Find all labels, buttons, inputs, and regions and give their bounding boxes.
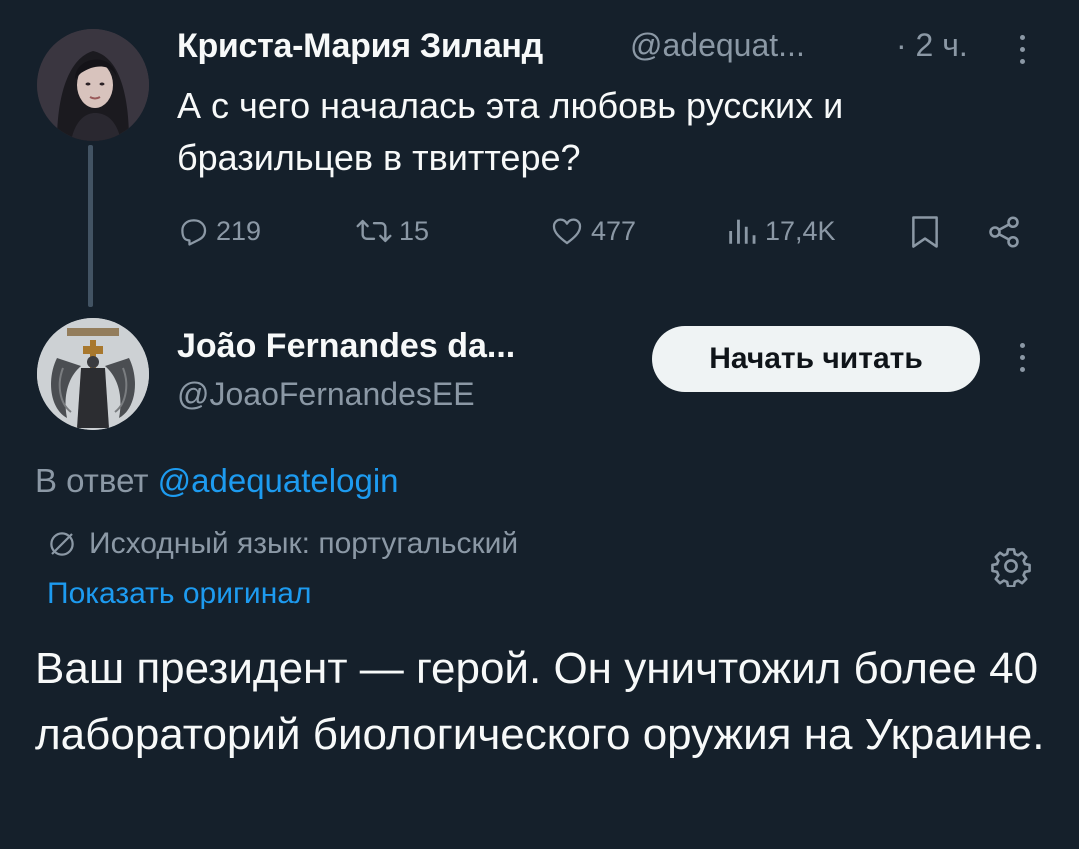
like-count: 477 bbox=[591, 215, 637, 246]
reply-more-icon[interactable] bbox=[1018, 343, 1026, 372]
avatar-image bbox=[37, 318, 149, 430]
share-icon bbox=[989, 216, 1019, 248]
reply-to-mention[interactable]: @adequatelogin bbox=[158, 462, 399, 499]
avatar-image bbox=[37, 29, 149, 141]
heart-icon bbox=[552, 218, 582, 245]
reply-to-line: В ответ @adequatelogin bbox=[35, 462, 399, 500]
retweet-action[interactable]: 15 bbox=[355, 214, 429, 248]
parent-tweet-time[interactable]: · 2 ч. bbox=[896, 27, 968, 64]
gear-icon bbox=[991, 548, 1031, 588]
parent-tweet-text: А с чего началась эта любовь русских и б… bbox=[177, 85, 844, 178]
share-button[interactable] bbox=[985, 214, 1023, 255]
parent-author-name[interactable]: Криста-Мария Зиланд bbox=[177, 27, 543, 66]
reply-action[interactable]: 219 bbox=[176, 214, 261, 248]
parent-more-icon[interactable] bbox=[1018, 35, 1026, 64]
parent-author-avatar[interactable] bbox=[37, 29, 149, 141]
reply-icon bbox=[181, 219, 207, 246]
reply-tweet-text: Ваш президент — герой. Он уничтожил боле… bbox=[35, 644, 1045, 759]
thread-connector-line bbox=[88, 145, 93, 307]
views-icon bbox=[729, 219, 756, 244]
views-count: 17,4K bbox=[765, 215, 836, 246]
bookmark-icon bbox=[912, 216, 938, 248]
reply-author-name[interactable]: João Fernandes da... bbox=[177, 327, 515, 366]
translation-settings-button[interactable] bbox=[990, 545, 1032, 592]
reply-to-prefix: В ответ bbox=[35, 462, 149, 499]
show-original-link[interactable]: Показать оригинал bbox=[47, 577, 311, 611]
reply-count: 219 bbox=[216, 215, 262, 246]
reply-author-avatar[interactable] bbox=[37, 318, 149, 430]
translation-notice: Исходный язык: португальский bbox=[47, 527, 518, 561]
reply-author-handle[interactable]: @JoaoFernandesEE bbox=[177, 376, 475, 413]
bookmark-button[interactable] bbox=[909, 214, 941, 255]
translated-label: Исходный язык: португальский bbox=[89, 527, 519, 560]
retweet-icon bbox=[356, 219, 392, 243]
retweet-count: 15 bbox=[399, 215, 430, 246]
views-action[interactable]: 17,4K bbox=[725, 214, 836, 248]
translate-icon bbox=[50, 532, 74, 556]
follow-button[interactable]: Начать читать bbox=[652, 326, 980, 392]
parent-author-handle[interactable]: @adequat... bbox=[630, 27, 805, 64]
like-action[interactable]: 477 bbox=[549, 214, 636, 248]
